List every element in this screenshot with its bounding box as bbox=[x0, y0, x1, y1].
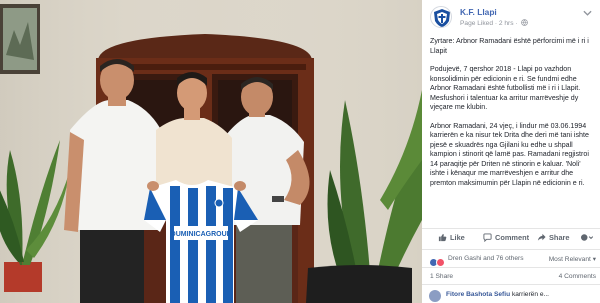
comment-icon bbox=[483, 233, 492, 243]
comment-preview-text: Fitore Bashota Sefiu karrierën e... bbox=[446, 291, 549, 298]
like-button[interactable]: Like bbox=[438, 233, 465, 242]
post-meta-text: Page Liked · 2 hrs · bbox=[460, 20, 518, 27]
wall-picture bbox=[0, 4, 40, 74]
chevron-down-icon[interactable] bbox=[583, 10, 592, 17]
office-chair bbox=[306, 265, 412, 303]
share-arrow-icon bbox=[537, 233, 546, 241]
post-photo[interactable]: DUMINICAGROUP bbox=[0, 0, 422, 303]
post-actions: Like Comment Share bbox=[422, 228, 600, 248]
share-label: Share bbox=[549, 233, 570, 242]
comment-label: Comment bbox=[495, 233, 530, 242]
engagement-counts: 1 Share 4 Comments bbox=[422, 267, 600, 283]
sort-label: Most Relevant bbox=[548, 256, 591, 263]
comment-preview: Fitore Bashota Sefiu karrierën e... bbox=[422, 284, 600, 303]
love-reaction-icon bbox=[436, 258, 445, 268]
globe-chevron-icon bbox=[581, 234, 594, 241]
post-header: K.F. Llapi Page Liked · 2 hrs · bbox=[430, 6, 594, 32]
share-count[interactable]: 1 Share bbox=[430, 273, 453, 280]
post-text: Zyrtare: Arbnor Ramadani është përforcim… bbox=[430, 37, 594, 197]
comment-count[interactable]: 4 Comments bbox=[559, 273, 596, 280]
share-button[interactable]: Share bbox=[537, 233, 570, 242]
post-meta: Page Liked · 2 hrs · bbox=[460, 19, 529, 27]
post-headline: Zyrtare: Arbnor Ramadani është përforcim… bbox=[430, 37, 589, 55]
club-crest-icon bbox=[434, 9, 450, 27]
thumbs-up-icon bbox=[438, 233, 447, 242]
post-panel: K.F. Llapi Page Liked · 2 hrs · Zyrtare:… bbox=[422, 0, 600, 303]
comment-sort-select[interactable]: Most Relevant ▾ bbox=[549, 255, 596, 263]
comment-body: karrierën e... bbox=[511, 291, 549, 298]
page-name[interactable]: K.F. Llapi bbox=[460, 7, 497, 17]
signing-photo: DUMINICAGROUP bbox=[0, 0, 422, 303]
reactors-text[interactable]: Dren Gashi and 76 others bbox=[448, 255, 524, 262]
reactions-summary: Dren Gashi and 76 others Most Relevant ▾ bbox=[422, 249, 600, 268]
reaction-picker[interactable] bbox=[580, 233, 596, 242]
page-avatar[interactable] bbox=[430, 6, 452, 28]
sort-chevron-icon: ▾ bbox=[592, 256, 596, 263]
avatar[interactable] bbox=[429, 290, 441, 302]
comment-button[interactable]: Comment bbox=[483, 233, 530, 243]
globe-icon bbox=[521, 19, 529, 26]
jersey-sponsor-text: DUMINICAGROUP bbox=[171, 231, 232, 238]
like-label: Like bbox=[450, 233, 465, 242]
comment-author[interactable]: Fitore Bashota Sefiu bbox=[446, 291, 510, 298]
post-paragraph: Arbnor Ramadani, 24 vjeç, i lindur më 03… bbox=[430, 121, 589, 187]
post-paragraph: Podujevë, 7 qershor 2018 - Llapi po vazh… bbox=[430, 65, 581, 111]
